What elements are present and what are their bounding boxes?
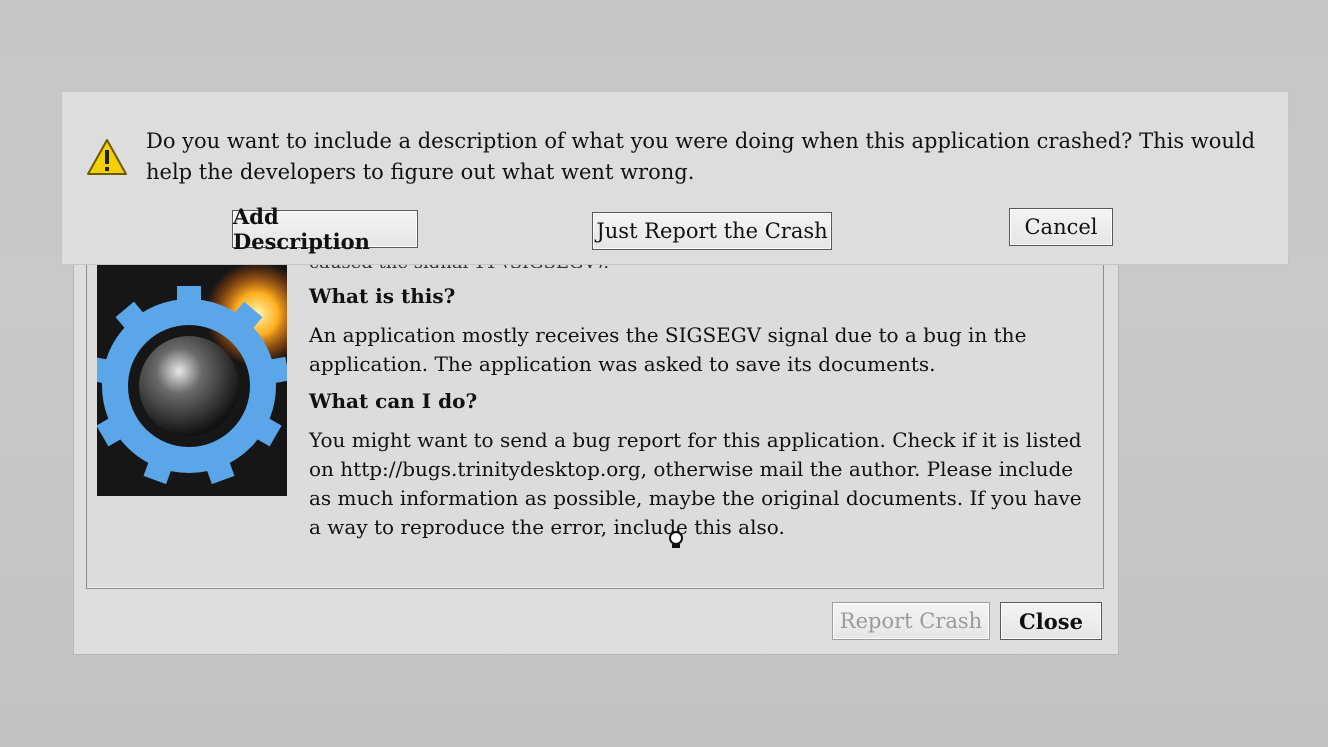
question-text: Do you want to include a description of … [146,129,1256,184]
crash-gear-image [97,264,287,496]
what-can-i-do-text: You might want to send a bug report for … [309,428,1082,539]
gear-icon [97,264,287,496]
warning-icon [86,138,128,176]
description-question-dialog: Do you want to include a description of … [62,92,1288,264]
what-is-this-text: An application mostly receives the SIGSE… [309,323,1027,376]
mouse-cursor-icon [668,531,684,549]
what-is-this-heading: What is this? [309,284,456,308]
close-button[interactable]: Close [1000,602,1102,640]
add-description-button[interactable]: Add Description [232,204,418,254]
just-report-crash-button[interactable]: Just Report the Crash [592,212,832,250]
crash-info-panel: caused the signal 11 (SIGSEGV). What is … [86,260,1104,589]
screen: caused the signal 11 (SIGSEGV). What is … [0,0,1328,747]
cancel-button[interactable]: Cancel [1009,208,1113,246]
crash-text: caused the signal 11 (SIGSEGV). What is … [309,260,1089,550]
what-can-i-do-heading: What can I do? [309,389,478,413]
report-crash-button[interactable]: Report Crash [832,602,990,640]
crash-report-dialog: caused the signal 11 (SIGSEGV). What is … [74,240,1118,654]
